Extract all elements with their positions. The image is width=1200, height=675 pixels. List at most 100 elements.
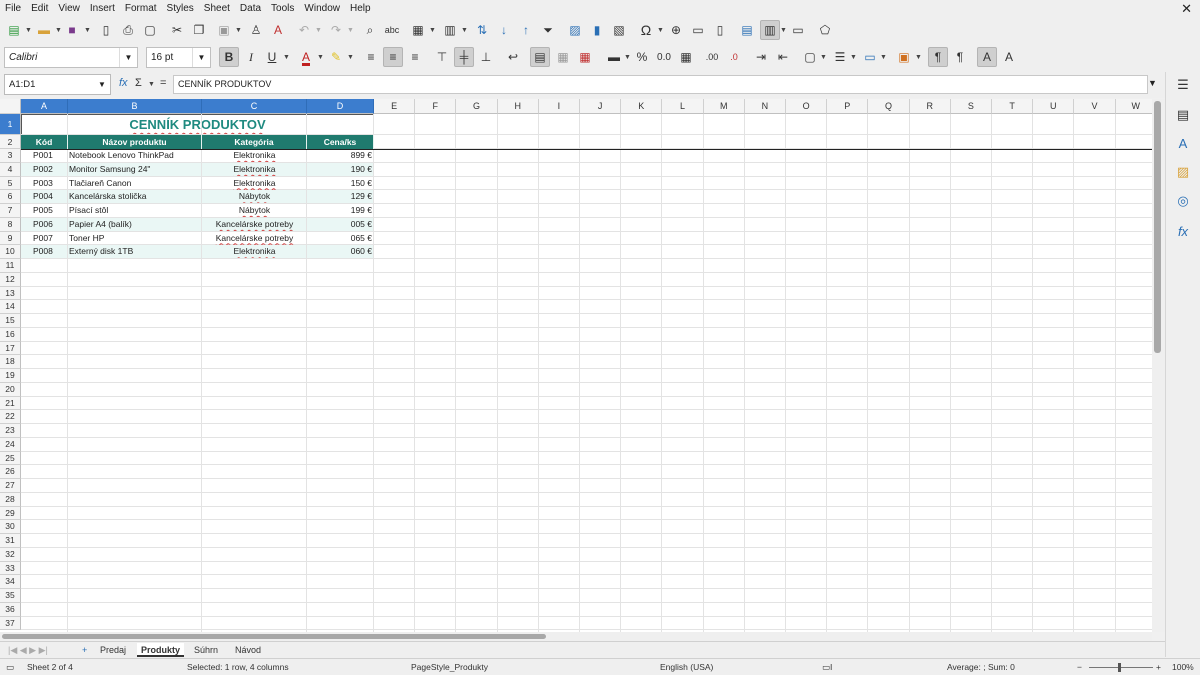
row-header[interactable]: 11 xyxy=(0,259,21,273)
new-document-icon[interactable]: ▤ xyxy=(4,20,24,40)
row-header[interactable]: 20 xyxy=(0,382,21,397)
chevron-down-icon[interactable]: ▼ xyxy=(84,27,91,34)
table-cell[interactable]: P002 xyxy=(21,163,68,176)
align-middle-icon[interactable]: ╪ xyxy=(454,47,474,67)
formula-equals-icon[interactable]: = xyxy=(160,77,166,89)
formula-input[interactable]: CENNÍK PRODUKTOV xyxy=(173,75,1148,94)
split-window-icon[interactable]: ▭ xyxy=(788,20,808,40)
horizontal-scrollbar[interactable] xyxy=(0,632,1152,641)
table-cell[interactable]: 199 € xyxy=(307,204,374,217)
cut-icon[interactable]: ✂ xyxy=(167,20,187,40)
align-right-icon[interactable]: ≡ xyxy=(405,47,425,67)
close-document-icon[interactable]: ✕ xyxy=(1181,1,1192,17)
table-cell[interactable]: P006 xyxy=(21,218,68,231)
chevron-down-icon[interactable]: ▼ xyxy=(429,27,436,34)
table-cell[interactable]: P008 xyxy=(21,245,68,258)
column-header-w[interactable]: W xyxy=(1115,99,1152,114)
border-style-icon[interactable]: ☰ xyxy=(830,47,850,67)
functions-icon[interactable]: fx xyxy=(1174,222,1192,240)
zoom-slider[interactable] xyxy=(1089,667,1153,668)
row-header[interactable]: 31 xyxy=(0,534,21,548)
align-top-icon[interactable]: ⊤ xyxy=(432,47,452,67)
show-draw-functions-icon[interactable]: ⬠ xyxy=(815,20,835,40)
column-header-j[interactable]: J xyxy=(580,99,622,114)
function-wizard-icon[interactable]: fx xyxy=(119,77,128,89)
font-name-box[interactable]: Calibri ▼ xyxy=(4,47,138,68)
column-header-c[interactable]: C xyxy=(202,99,307,114)
borders-icon[interactable]: ▢ xyxy=(800,47,820,67)
menu-item-styles[interactable]: Styles xyxy=(162,3,199,14)
zoom-in-icon[interactable]: + xyxy=(1156,662,1161,672)
zoom-slider-handle[interactable] xyxy=(1118,663,1121,672)
sidebar-menu-icon[interactable]: ☰ xyxy=(1174,76,1192,94)
menu-item-data[interactable]: Data xyxy=(235,3,266,14)
table-cell[interactable]: Monitor Samsung 24" xyxy=(68,163,202,176)
selection-mode-icon[interactable]: ▭I xyxy=(822,662,832,673)
styles-icon[interactable]: A xyxy=(1174,134,1192,152)
chevron-down-icon[interactable]: ▼ xyxy=(317,54,324,61)
table-cell[interactable]: P003 xyxy=(21,177,68,190)
table-cell[interactable]: 899 € xyxy=(307,149,374,162)
align-center-icon[interactable]: ≡ xyxy=(383,47,403,67)
spellcheck-icon[interactable]: abc xyxy=(382,20,402,40)
table-header-cell[interactable]: Názov produktu xyxy=(68,135,202,149)
table-cell[interactable]: Toner HP xyxy=(68,232,202,245)
font-size-box[interactable]: 16 pt ▼ xyxy=(146,47,211,68)
text-direction-horizontal-icon[interactable]: A xyxy=(977,47,997,67)
menu-item-help[interactable]: Help xyxy=(345,3,376,14)
menu-item-format[interactable]: Format xyxy=(120,3,162,14)
menu-item-view[interactable]: View xyxy=(53,3,85,14)
expand-formula-icon[interactable]: ▼ xyxy=(1148,78,1157,88)
row-header[interactable]: 19 xyxy=(0,369,21,383)
table-header-cell[interactable]: Cena/ks xyxy=(307,135,374,149)
navigator-icon[interactable]: ◎ xyxy=(1174,192,1192,210)
tab-predaj[interactable]: Predaj xyxy=(96,643,130,657)
align-bottom-icon[interactable]: ⊥ xyxy=(476,47,496,67)
row-header[interactable]: 13 xyxy=(0,286,21,301)
add-decimal-icon[interactable]: .00 xyxy=(702,47,722,67)
table-cell[interactable]: 129 € xyxy=(307,190,374,203)
row-header[interactable]: 10 xyxy=(0,245,21,259)
currency-format-icon[interactable]: ▬ xyxy=(604,47,624,67)
column-header-l[interactable]: L xyxy=(662,99,704,114)
table-cell[interactable]: 005 € xyxy=(307,218,374,231)
column-header-q[interactable]: Q xyxy=(868,99,910,114)
tab-produkty[interactable]: Produkty xyxy=(137,643,185,657)
row-header[interactable]: 18 xyxy=(0,355,21,369)
column-header-p[interactable]: P xyxy=(827,99,869,114)
properties-icon[interactable]: ▤ xyxy=(1174,106,1192,124)
status-language[interactable]: English (USA) xyxy=(660,662,713,672)
row-header[interactable]: 35 xyxy=(0,589,21,603)
find-replace-icon[interactable]: ⌕ xyxy=(360,20,380,40)
column-header-i[interactable]: I xyxy=(538,99,580,114)
italic-icon[interactable]: I xyxy=(241,47,261,67)
comment-icon[interactable]: ▭ xyxy=(688,20,708,40)
row-header[interactable]: 14 xyxy=(0,300,21,314)
row-icon[interactable]: ▦ xyxy=(408,20,428,40)
spreadsheet-grid[interactable]: CENNÍK PRODUKTOV ABCDEFGHIJKLMNOPQRSTUVW… xyxy=(0,99,1152,632)
chevron-down-icon[interactable]: ▼ xyxy=(624,54,631,61)
select-all-corner[interactable] xyxy=(0,99,21,114)
freeze-panes-icon[interactable]: ▥ xyxy=(760,20,780,40)
table-cell[interactable]: P007 xyxy=(21,232,68,245)
chevron-down-icon[interactable]: ▼ xyxy=(119,48,137,67)
define-print-area-icon[interactable]: ▤ xyxy=(737,20,757,40)
column-header-t[interactable]: T xyxy=(992,99,1034,114)
column-header-m[interactable]: M xyxy=(703,99,745,114)
row-header[interactable]: 4 xyxy=(0,162,21,177)
autofilter-icon[interactable]: ⏷ xyxy=(538,20,558,40)
merged-title-cell[interactable]: CENNÍK PRODUKTOV xyxy=(21,114,374,135)
table-cell[interactable]: Kancelárska stolička xyxy=(68,190,202,203)
menu-item-edit[interactable]: Edit xyxy=(26,3,53,14)
insert-chart-icon[interactable]: ▮ xyxy=(587,20,607,40)
increase-indent-icon[interactable]: ⇥ xyxy=(751,47,771,67)
decrease-indent-icon[interactable]: ⇤ xyxy=(773,47,793,67)
row-header[interactable]: 29 xyxy=(0,506,21,521)
pivot-table-icon[interactable]: ▧ xyxy=(609,20,629,40)
bold-icon[interactable]: B xyxy=(219,47,239,67)
open-folder-icon[interactable]: ▬ xyxy=(34,20,54,40)
row-header[interactable]: 24 xyxy=(0,437,21,452)
undo-icon[interactable]: ↶ xyxy=(294,20,314,40)
row-header[interactable]: 28 xyxy=(0,492,21,507)
row-header[interactable]: 1 xyxy=(0,114,21,135)
